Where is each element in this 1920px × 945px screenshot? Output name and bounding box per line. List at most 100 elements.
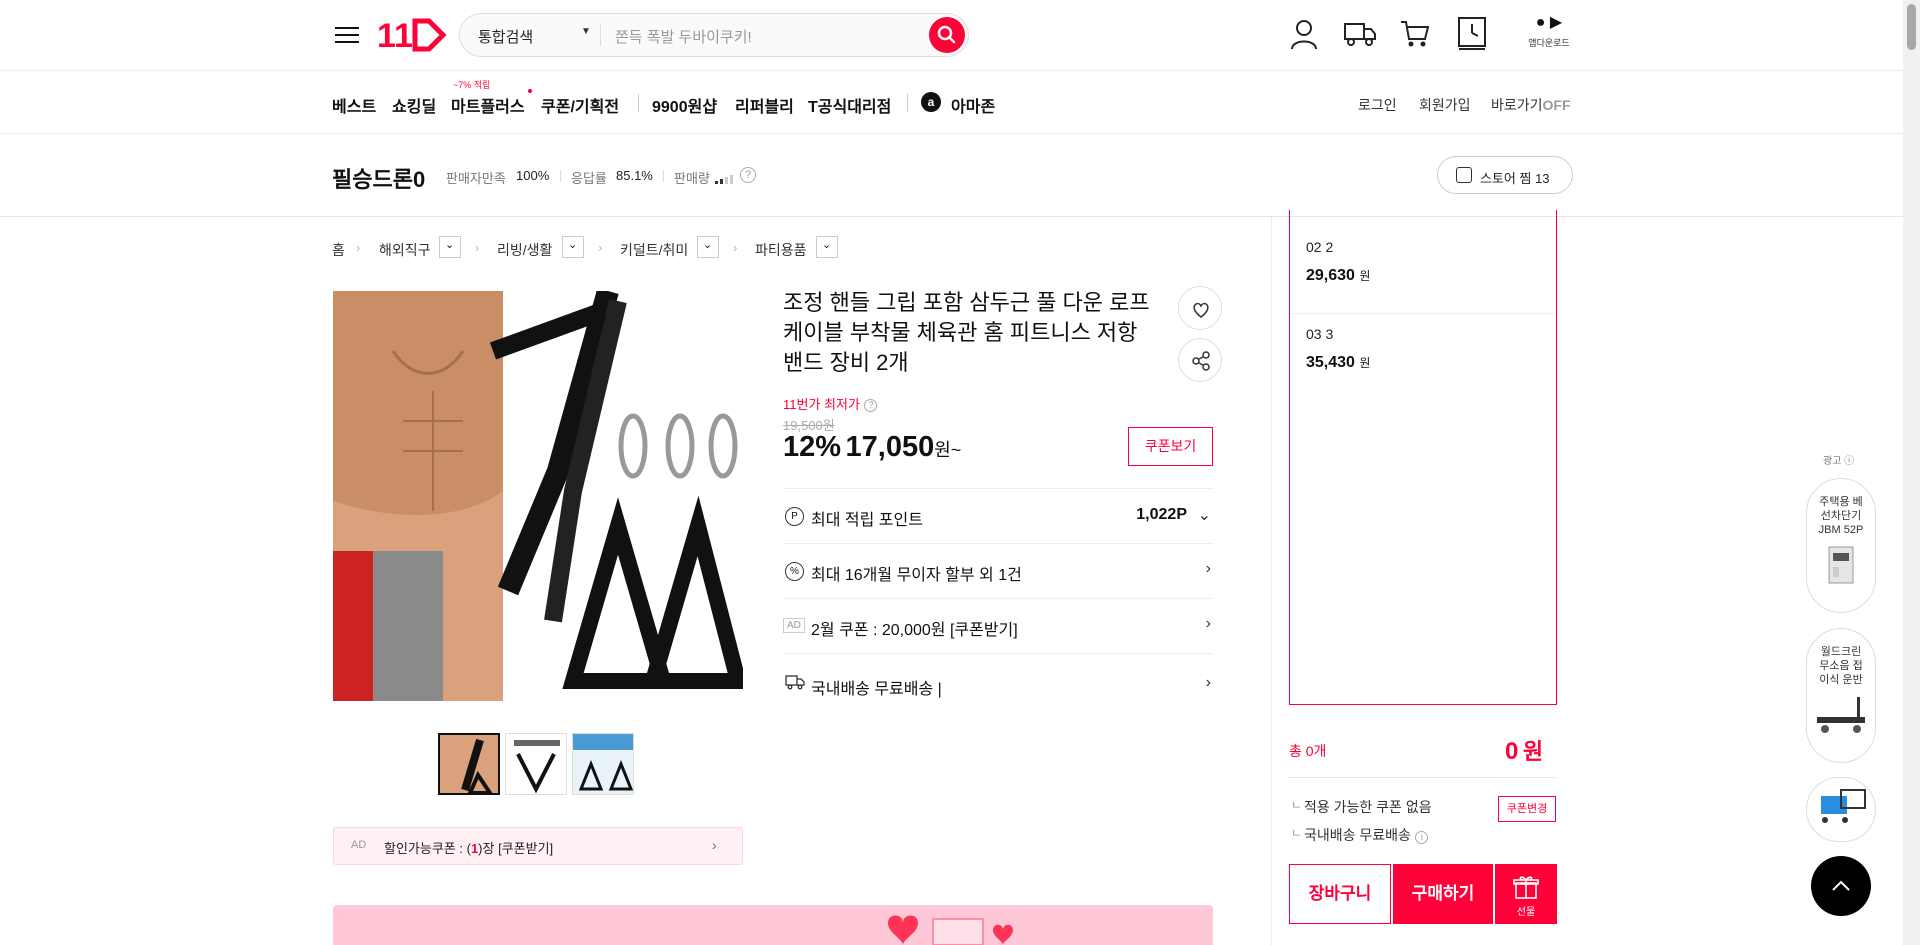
- breadcrumb-living[interactable]: 리빙/생활: [497, 240, 552, 260]
- nav-t-official[interactable]: T공식대리점: [808, 93, 891, 117]
- gift-button[interactable]: 선물: [1495, 864, 1557, 924]
- seller-bar: 필승드론0 판매자만족 100% 응답률 85.1% 판매량 ? 스토어 찜 1…: [0, 135, 1920, 217]
- logo[interactable]: 11: [377, 17, 447, 58]
- signup-link[interactable]: 회원가입: [1419, 95, 1471, 115]
- login-link[interactable]: 로그인: [1358, 95, 1397, 115]
- discount-rate: 12%: [783, 431, 842, 463]
- scrollbar-thumb[interactable]: [1907, 4, 1916, 50]
- search-button[interactable]: [929, 17, 965, 53]
- breadcrumb-dropdown[interactable]: ⌄: [697, 236, 719, 258]
- seller-satisfaction-label: 판매자만족: [446, 171, 506, 186]
- menu-icon[interactable]: [335, 22, 359, 48]
- store-fav-button[interactable]: 스토어 찜 13: [1437, 156, 1573, 194]
- sales-level-icon: [715, 171, 735, 189]
- chevron-down-icon[interactable]: ▼: [581, 26, 591, 37]
- product-thumbnail[interactable]: [505, 733, 567, 795]
- order-total-count: 총 0개: [1289, 743, 1327, 759]
- monthly-coupon-row[interactable]: AD 2월 쿠폰 : 20,000원 [쿠폰받기] ›: [783, 598, 1213, 653]
- order-total-price: 0: [1505, 738, 1519, 765]
- cart-button[interactable]: 장바구니: [1289, 864, 1391, 924]
- coupon-view-button[interactable]: 쿠폰보기: [1128, 427, 1213, 466]
- scrollbar[interactable]: [1903, 0, 1920, 945]
- cart-icon[interactable]: [1399, 19, 1431, 54]
- nav-9900-shop[interactable]: 9900원샵: [652, 93, 717, 117]
- seller-name[interactable]: 필승드론0: [332, 162, 425, 194]
- nav-mart-plus[interactable]: 마트플러스: [451, 93, 525, 117]
- breadcrumb-overseas[interactable]: 해외직구: [379, 240, 431, 260]
- ad-badge: AD: [783, 618, 805, 633]
- coupon-status: 적용 가능한 쿠폰 없음: [1304, 799, 1432, 815]
- installment-row[interactable]: % 최대 16개월 무이자 할부 외 1건 ›: [783, 543, 1213, 598]
- nav-shocking-deal[interactable]: 쇼킹딜: [392, 93, 436, 117]
- option-item[interactable]: 02 2 29,630 원: [1290, 226, 1556, 314]
- ad-label: AD: [351, 839, 367, 851]
- help-icon[interactable]: ?: [864, 399, 878, 412]
- info-icon[interactable]: i: [1415, 831, 1429, 844]
- svg-text:11: 11: [377, 17, 413, 53]
- help-icon[interactable]: ?: [740, 167, 756, 183]
- ad-label: 광고 ⓘ: [1823, 456, 1855, 467]
- gift-icon: [1513, 876, 1539, 899]
- nav-amazon[interactable]: 아마존: [951, 93, 995, 117]
- option-list: 02 2 29,630 원 03 3 35,430 원: [1289, 210, 1557, 705]
- chevron-down-icon: ⌄: [1197, 507, 1211, 524]
- product-title: 조정 핸들 그립 포함 삼두근 풀 다운 로프 케이블 부착물 체육관 홈 피트…: [783, 290, 1150, 375]
- breadcrumb-dropdown[interactable]: ⌄: [562, 236, 584, 258]
- coupon-change-button[interactable]: 쿠폰변경: [1498, 796, 1556, 822]
- breadcrumb-kidult[interactable]: 키덜트/취미: [620, 240, 688, 260]
- user-icon[interactable]: [1289, 18, 1319, 55]
- order-shipping: 국내배송 무료배송: [1304, 827, 1411, 843]
- side-ad-item[interactable]: [1806, 777, 1876, 842]
- order-total-unit: 원: [1522, 739, 1544, 764]
- seller-response-value: 85.1%: [616, 168, 653, 183]
- nav-best[interactable]: 베스트: [332, 93, 376, 117]
- app-download-link[interactable]: ● ▶ 앱다운로드: [1524, 14, 1574, 49]
- breadcrumb-dropdown[interactable]: ⌄: [439, 236, 461, 258]
- chevron-right-icon: ›: [1205, 560, 1211, 577]
- nav-coupon[interactable]: 쿠폰/기획전: [541, 93, 619, 117]
- seller-response-label: 응답률: [571, 171, 607, 186]
- percent-icon: %: [785, 562, 804, 581]
- search-icon: [937, 25, 956, 44]
- point-icon: P: [785, 507, 804, 526]
- promo-banner[interactable]: [333, 905, 1213, 945]
- shortcut-toggle[interactable]: 바로가기OFF: [1491, 95, 1571, 115]
- side-ad-item[interactable]: 주택용 베선차단기 JBM 52P: [1806, 478, 1876, 613]
- chevron-right-icon: ›: [1205, 615, 1211, 632]
- buy-button[interactable]: 구매하기: [1393, 864, 1493, 924]
- product-thumbnail[interactable]: [438, 733, 500, 795]
- heart-icon: [1193, 302, 1209, 318]
- app-store-icon: ● ▶: [1535, 14, 1563, 31]
- breadcrumb-home[interactable]: 홈: [332, 240, 345, 260]
- breadcrumb-dropdown[interactable]: ⌄: [816, 236, 838, 258]
- search-category-select[interactable]: 통합검색: [478, 26, 533, 47]
- store-icon: [1456, 167, 1472, 183]
- share-button[interactable]: [1178, 338, 1222, 382]
- ad-coupon-bar[interactable]: AD 할인가능쿠폰 : (1)장 [쿠폰받기] ›: [333, 827, 743, 865]
- option-item[interactable]: 03 3 35,430 원: [1290, 314, 1556, 394]
- sale-price: 17,050: [845, 431, 935, 463]
- share-icon: [1192, 351, 1210, 371]
- recent-view-icon[interactable]: [1457, 16, 1487, 55]
- side-ad-item[interactable]: 월드크린 무소음 접이식 운반: [1806, 628, 1876, 763]
- shipping-row[interactable]: 국내배송 무료배송 | ›: [783, 653, 1213, 711]
- point-value: 1,022P: [1136, 506, 1187, 523]
- main-nav: 베스트 쇼킹딜 ~7% 적립 마트플러스 쿠폰/기획전 9900원샵 리퍼블리 …: [0, 70, 1920, 134]
- seller-sales-label: 판매량: [674, 171, 710, 186]
- chevron-right-icon: ›: [1205, 674, 1211, 691]
- truck-icon: [785, 674, 805, 695]
- arrow-up-icon: [1832, 880, 1850, 891]
- product-main-image[interactable]: [333, 291, 743, 701]
- seller-satisfaction-value: 100%: [516, 168, 550, 183]
- wish-button[interactable]: [1178, 286, 1222, 330]
- search-input[interactable]: 쫀득 폭발 두바이쿠키!: [615, 26, 752, 47]
- breadcrumb-party[interactable]: 파티용품: [755, 240, 807, 260]
- nav-refurbly[interactable]: 리퍼블리: [735, 93, 794, 117]
- lowest-price-label: 11번가 최저가: [783, 397, 860, 412]
- search-box: 통합검색 ▼ 쫀득 폭발 두바이쿠키!: [459, 13, 969, 57]
- point-row[interactable]: P 최대 적립 포인트 1,022P ⌄: [783, 488, 1213, 543]
- scroll-top-button[interactable]: [1811, 856, 1871, 916]
- product-thumbnail[interactable]: [572, 733, 634, 795]
- delivery-truck-icon[interactable]: [1343, 20, 1377, 53]
- amazon-icon: a: [921, 92, 941, 112]
